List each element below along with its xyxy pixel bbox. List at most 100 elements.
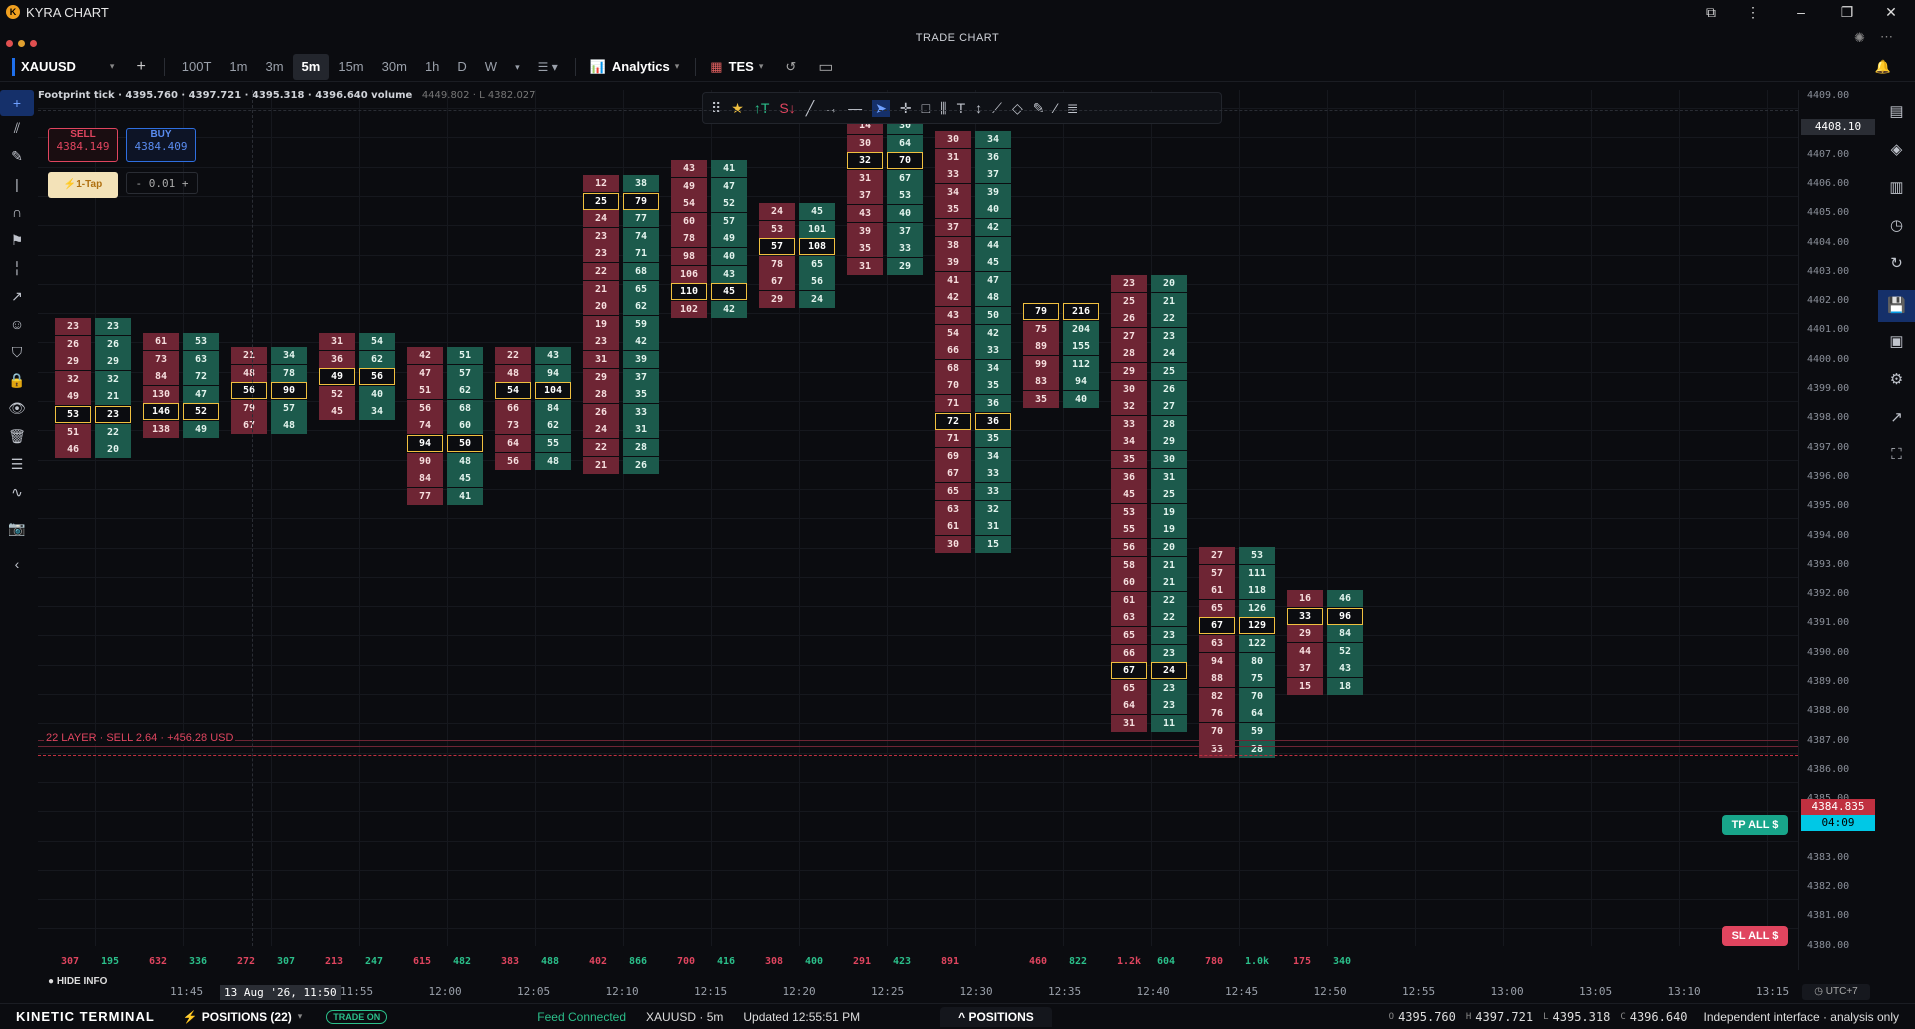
trend-icon[interactable]: ↗ [1878,408,1915,426]
positions-tab[interactable]: ^ POSITIONS [940,1006,1052,1027]
extension-icon[interactable]: ⧉ [1688,0,1734,24]
sell-button[interactable]: SELL 4384.149 [48,128,118,162]
layers-icon[interactable]: ☰ [0,456,34,473]
buy-signal-icon[interactable]: ↑T [754,100,770,116]
pencil-icon[interactable]: ✎ [1033,100,1045,117]
wave-icon[interactable]: ∿ [0,484,34,501]
timezone-button[interactable]: ◷ UTC+7 [1802,984,1870,1000]
arrow-icon[interactable]: ↗ [0,288,34,305]
tf-15m[interactable]: 15m [329,54,372,80]
emoji-icon[interactable]: ☺ [0,316,34,332]
tf-W[interactable]: W [476,54,506,80]
chevron-down-icon[interactable]: ▾ [759,61,764,72]
chart-title: TRADE CHART [915,32,1000,44]
footprint-ask-cell: 20 [1151,275,1187,292]
tf-100T[interactable]: 100T [173,54,221,80]
tf-30m[interactable]: 30m [373,54,416,80]
chevron-down-icon[interactable]: ▾ [675,61,680,72]
chevron-down-icon[interactable]: ▾ [298,1011,303,1022]
menu-lines-icon[interactable]: ≣ [1067,100,1079,117]
close-button[interactable]: ✕ [1868,0,1914,24]
minimize-button[interactable]: – [1778,0,1824,24]
text-icon[interactable]: T [957,100,966,116]
eye-icon[interactable]: 👁 [0,400,34,417]
cursor-icon[interactable]: ➤ [872,99,890,117]
fib-icon[interactable]: ⫼ [940,100,946,117]
camera-icon[interactable]: 📷 [0,520,34,537]
lot-stepper[interactable]: - 0.01 + [126,172,198,194]
chart-plot-area[interactable]: 23 23 26 26 29 29 32 32 49 21 53 23 51 22 46 20 61 53 73 63… [38,90,1798,946]
collapse-icon[interactable]: ‹ [0,556,34,572]
sell-signal-icon[interactable]: S↓ [779,100,795,116]
layer-sell-label[interactable]: 22 LAYER · SELL 2.64 · +456.28 USD [44,732,236,744]
tes-menu[interactable]: TES [729,59,754,74]
price-axis[interactable]: 4409.00 4408.10 4407.00 4406.00 4405.00 4404.… [1798,90,1878,970]
crosshair-add-icon[interactable]: + [0,90,34,116]
tp-all-button[interactable]: TP ALL $ [1722,815,1788,835]
save-icon[interactable]: 💾 [1878,290,1915,322]
multi-line-icon[interactable]: ⫽ [0,120,34,137]
tf-D[interactable]: D [448,54,475,80]
add-symbol-button[interactable]: + [136,58,145,76]
flag-icon[interactable]: ⚑ [0,232,34,249]
drag-handle-icon[interactable]: ⠿ [711,100,721,117]
rectangle-icon[interactable]: □ [922,100,930,116]
brush-icon[interactable]: ✎ [0,148,34,165]
footprint-ask-cell: 31 [975,518,1011,536]
symbol-selector[interactable]: XAUUSD [21,59,76,74]
eraser-icon[interactable]: ◇ [1012,100,1023,117]
footprint-ask-cell: 23 [1151,644,1187,662]
lock-icon[interactable]: 🔒 [0,372,34,389]
bell-icon[interactable]: 🔔 [1875,59,1891,75]
chevron-down-icon[interactable]: ▾ [110,61,115,72]
tf-more-icon[interactable]: ▾ [506,54,529,80]
replay-icon[interactable]: ↺ [785,59,796,75]
more-icon[interactable]: ⋯ [1880,29,1893,45]
one-tap-button[interactable]: ⚡1-Tap [48,172,118,198]
current-price-line [38,755,1798,756]
magnet-icon[interactable]: ⛉ [0,344,34,361]
time-tick: 12:05 [517,985,551,998]
layout-icon[interactable]: ▭ [818,57,833,77]
tf-3m[interactable]: 3m [256,54,292,80]
trash-icon[interactable]: 🗑 [0,428,34,445]
trendline-icon[interactable]: ╱ [806,100,814,117]
watchlist-icon[interactable]: ▤ [1878,102,1915,120]
vertical-line-icon[interactable]: | [0,176,34,192]
highlighter-icon[interactable]: ⁄ [1054,100,1056,116]
hide-info-button[interactable]: ● HIDE INFO [48,976,126,992]
chart-icon[interactable]: ▥ [1878,178,1915,196]
path-icon[interactable]: ⟋ [992,100,1002,117]
footprint-ask-cell: 36 [975,148,1011,166]
hline-icon[interactable]: — [848,100,862,116]
more-menu-icon[interactable]: ⋮ [1730,0,1776,24]
tf-1m[interactable]: 1m [220,54,256,80]
positions-dropdown[interactable]: POSITIONS (22) [202,1010,292,1024]
measure-icon[interactable]: ↕ [975,100,982,116]
gear-icon[interactable]: ⚙ [1878,370,1915,388]
lot-minus-button[interactable]: - [136,177,143,190]
ohlc-open: 4395.760 [1398,1009,1456,1024]
curve-icon[interactable]: ∩ [0,204,34,220]
fullscreen-icon[interactable]: ⛶ [1878,446,1915,463]
ray-icon[interactable]: → [824,100,838,116]
trade-on-badge[interactable]: TRADE ON [326,1009,388,1024]
lot-plus-button[interactable]: + [182,177,189,190]
volume-sell: 460 [1029,956,1048,967]
template-icon[interactable]: ▣ [1878,332,1915,350]
refresh-icon[interactable]: ↻ [1878,254,1915,272]
crosshair-icon[interactable]: ✛ [900,100,912,117]
tf-1h[interactable]: 1h [416,54,448,80]
sl-all-button[interactable]: SL ALL $ [1722,926,1788,946]
tf-5m[interactable]: 5m [292,53,330,80]
star-icon[interactable]: ★ [731,100,744,117]
history-icon[interactable]: ◷ [1878,216,1915,234]
analytics-menu[interactable]: Analytics [612,59,670,74]
chart-type-icon[interactable]: ☰ ▾ [529,54,567,80]
maximize-button[interactable]: ❐ [1824,0,1870,24]
buy-button[interactable]: BUY 4384.409 [126,128,196,162]
ray-icon[interactable]: ╎ [0,260,34,277]
layers-icon[interactable]: ◈ [1878,140,1915,158]
settings-icon[interactable]: ✺ [1854,30,1865,46]
footprint-ask-cell: 54 [359,333,395,350]
